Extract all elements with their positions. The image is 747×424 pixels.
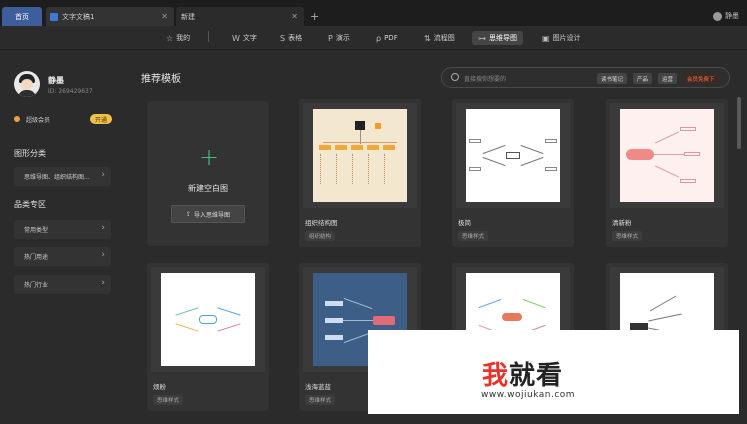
sidebar-item-popular-industries[interactable]: 热门行业 ›	[14, 275, 111, 294]
template-title: 清新粉	[612, 219, 632, 227]
sidebar: 静墨 ID: 269429637 超级会员 开通 图形分类 思维导图、组织结构图…	[0, 51, 128, 424]
template-title: 极简	[458, 219, 471, 227]
sidebar-item-label: 思维导图、组织结构图...	[24, 174, 90, 181]
watermark: 我就看 www.wojiukan.com	[368, 330, 739, 414]
sidebar-item-label: 热门行业	[24, 282, 49, 289]
toolbar-label: 演示	[335, 34, 350, 42]
vip-label: 超级会员	[26, 116, 51, 124]
template-card[interactable]: 组织结构图 组织结构	[299, 99, 421, 247]
toolbar-sheet[interactable]: S 表格	[274, 31, 308, 45]
template-preview	[151, 267, 265, 372]
tab-new-label: 新建	[181, 12, 195, 21]
toolbar-image-design[interactable]: ▣ 图片设计	[536, 31, 587, 45]
template-card[interactable]: 极简 思维样式	[452, 99, 574, 247]
tab-document-label: 文字文稿1	[62, 12, 95, 21]
new-blank-card[interactable]: + 新建空白图 ⇪ 导入思维导图	[147, 101, 269, 246]
user-name: 静墨	[48, 76, 64, 85]
search-box[interactable]: 直接搜你想要的 读书笔记 产品 运营 会员免费下	[441, 67, 730, 88]
search-input[interactable]: 直接搜你想要的	[464, 74, 506, 83]
sidebar-item-mindmap-org[interactable]: 思维导图、组织结构图... ›	[14, 167, 111, 186]
chip-member-free[interactable]: 会员免费下	[683, 73, 719, 84]
user-menu[interactable]: 静墨	[713, 11, 739, 21]
toolbar-flowchart[interactable]: ⇅ 流程图	[418, 31, 461, 45]
avatar[interactable]	[14, 71, 40, 97]
template-title: 烦粉	[153, 383, 166, 391]
tab-bar: 首页 文字文稿1 ✕ 新建 ✕ + 静墨	[0, 0, 747, 26]
toolbar-divider	[208, 31, 209, 42]
toolbar-label: 流程图	[433, 34, 455, 42]
chevron-right-icon: ›	[101, 170, 105, 180]
watermark-url: www.wojiukan.com	[481, 390, 576, 400]
toolbar-label: 文字	[242, 34, 257, 42]
tab-home-label: 首页	[15, 12, 29, 21]
search-icon	[451, 73, 459, 81]
s-icon: S	[280, 33, 286, 43]
close-icon[interactable]: ✕	[291, 12, 298, 21]
tab-document[interactable]: 文字文稿1 ✕	[46, 7, 174, 26]
template-preview	[456, 103, 570, 208]
section-title-graph-category: 图形分类	[14, 149, 46, 158]
import-icon: ⇪	[185, 210, 191, 218]
w-icon: W	[232, 33, 240, 43]
template-card[interactable]: 烦粉 思维样式	[147, 263, 269, 411]
tab-new[interactable]: 新建 ✕	[176, 7, 304, 26]
chip-operations[interactable]: 运营	[658, 73, 678, 84]
section-title-category-zone: 品类专区	[14, 200, 46, 209]
scrollbar[interactable]	[737, 97, 741, 149]
user-id: ID: 269429637	[48, 88, 93, 95]
vip-row: 超级会员 开通	[14, 112, 114, 126]
user-short-name: 静墨	[725, 12, 739, 20]
vip-activate-button[interactable]: 开通	[90, 114, 112, 124]
toolbar-label: PDF	[384, 34, 398, 42]
document-icon	[50, 12, 58, 21]
template-tag: 组织结构	[305, 231, 336, 241]
template-preview	[610, 103, 724, 208]
template-preview	[303, 103, 417, 208]
sidebar-item-label: 热门用途	[24, 254, 49, 261]
template-card[interactable]: 清新粉 思维样式	[606, 99, 728, 247]
tab-home[interactable]: 首页	[2, 7, 42, 26]
add-tab-icon[interactable]: +	[310, 10, 319, 23]
user-avatar-icon	[713, 11, 722, 21]
toolbar-my[interactable]: ☆ 我的	[160, 31, 196, 45]
template-tag: 思维样式	[612, 231, 643, 241]
sidebar-item-popular-uses[interactable]: 热门用途 ›	[14, 247, 111, 266]
chip-reading-notes[interactable]: 读书笔记	[597, 73, 628, 84]
template-tag: 思维样式	[153, 395, 184, 405]
vip-icon	[14, 116, 20, 122]
sidebar-item-common-types[interactable]: 常用类型 ›	[14, 220, 111, 239]
image-icon: ▣	[542, 33, 550, 43]
import-label: 导入思维导图	[194, 211, 231, 219]
template-tag: 思维样式	[458, 231, 489, 241]
mindmap-icon: ⊶	[478, 33, 486, 43]
new-blank-label: 新建空白图	[188, 184, 228, 193]
star-icon: ☆	[166, 33, 174, 43]
import-mindmap-button[interactable]: ⇪ 导入思维导图	[171, 205, 245, 223]
toolbar-label: 我的	[176, 34, 191, 42]
p-icon: P	[328, 33, 333, 43]
template-title: 组织结构图	[305, 219, 338, 227]
toolbar-writer[interactable]: W 文字	[226, 31, 263, 45]
chevron-right-icon: ›	[101, 250, 105, 260]
sidebar-item-label: 常用类型	[24, 227, 49, 234]
template-tag: 思维样式	[305, 395, 336, 405]
toolbar-slides[interactable]: P 演示	[322, 31, 356, 45]
main-toolbar: ☆ 我的 W 文字 S 表格 P 演示 ρ PDF ⇅ 流程图 ⊶ 思维导图 ▣ 图片设计	[0, 26, 747, 50]
chip-product[interactable]: 产品	[633, 73, 653, 84]
pdf-icon: ρ	[376, 33, 382, 43]
chevron-right-icon: ›	[101, 223, 105, 233]
flow-icon: ⇅	[424, 33, 431, 43]
close-icon[interactable]: ✕	[161, 12, 168, 21]
toolbar-label: 思维导图	[489, 34, 517, 42]
page-title: 推荐模板	[141, 74, 181, 85]
chevron-right-icon: ›	[101, 278, 105, 288]
toolbar-pdf[interactable]: ρ PDF	[370, 31, 404, 45]
toolbar-label: 表格	[288, 34, 303, 42]
template-title: 浅海蓝蓝	[305, 383, 331, 391]
toolbar-label: 图片设计	[552, 34, 581, 42]
watermark-brand: 我就看	[482, 361, 564, 391]
plus-icon: +	[199, 143, 220, 171]
toolbar-mindmap[interactable]: ⊶ 思维导图	[472, 31, 523, 45]
